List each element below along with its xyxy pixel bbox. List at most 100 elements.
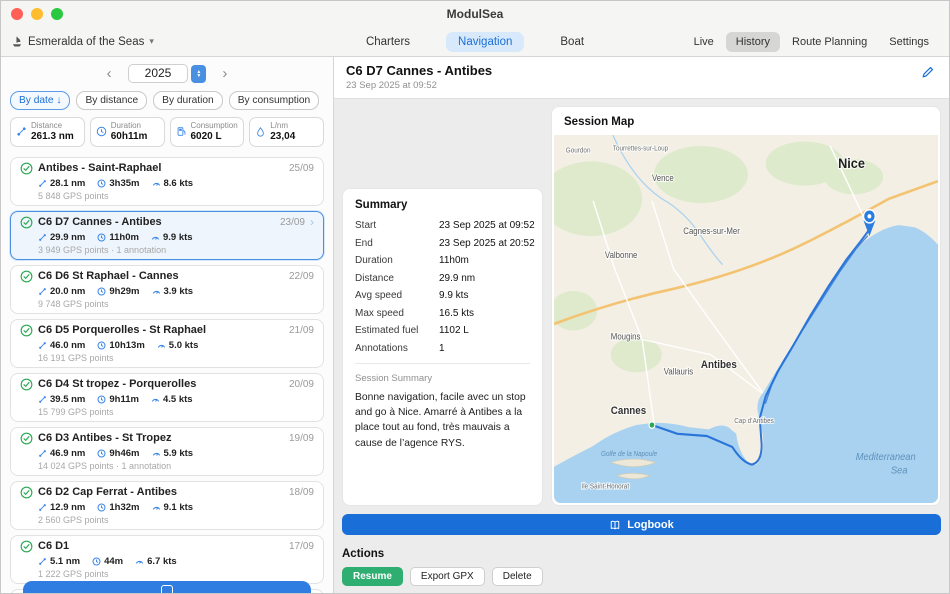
check-circle-icon <box>20 540 33 553</box>
session-title: C6 D4 St tropez - Porquerolles <box>38 378 197 391</box>
session-card[interactable]: C6 D1 17/09 › 5.1 nm 44m <box>10 534 324 584</box>
next-year-button[interactable]: › <box>218 66 231 81</box>
check-circle-icon <box>20 378 33 391</box>
sort-filter-chip[interactable]: By consumption <box>228 91 320 110</box>
close-window-button[interactable] <box>11 8 23 20</box>
clock-icon <box>97 287 106 296</box>
check-circle-icon <box>20 432 33 445</box>
previous-year-button[interactable]: ‹ <box>103 66 116 81</box>
map-label: Ile Saint-Honorat <box>581 483 629 490</box>
map-label: Mediterranean <box>856 452 916 464</box>
session-distance: 46.0 nm <box>38 340 85 351</box>
map-label: Valbonne <box>605 250 638 261</box>
map-label: Cannes <box>611 406 647 418</box>
edit-session-button[interactable] <box>919 63 937 81</box>
session-speed: 6.7 kts <box>135 556 177 567</box>
sidebar-bottom-button[interactable] <box>23 581 311 593</box>
summary-heading: Summary <box>355 199 408 211</box>
clock-icon <box>96 127 106 137</box>
clock-icon <box>97 395 106 404</box>
session-card[interactable]: C6 D5 Porquerolles - St Raphael 21/09 › … <box>10 318 324 368</box>
clock-icon <box>97 503 106 512</box>
year-stepper[interactable]: ▲ ▼ <box>191 64 207 83</box>
traffic-lights <box>1 8 63 20</box>
main-tab[interactable]: Navigation <box>446 31 525 52</box>
map-label: Nice <box>838 155 865 171</box>
summary-row-value: 11h0m <box>439 255 469 266</box>
sort-filter-chip[interactable]: By distance <box>76 91 148 110</box>
session-meta: 15 799 GPS points <box>38 406 114 417</box>
check-circle-icon <box>20 486 33 499</box>
boat-selector[interactable]: Esmeralda of the Seas ▾ <box>11 36 154 48</box>
summary-row-value: 23 Sep 2025 at 20:52 <box>439 237 535 249</box>
pencil-icon <box>922 66 934 78</box>
summary-row-value: 16.5 kts <box>439 307 475 319</box>
mode-tab[interactable]: Live <box>684 32 724 52</box>
session-distance: 12.9 nm <box>38 502 85 513</box>
session-date: 17/09 <box>288 540 314 552</box>
main-tab[interactable]: Boat <box>548 32 596 52</box>
logbook-button-label: Logbook <box>627 518 674 531</box>
mode-tab[interactable]: Route Planning <box>782 32 877 52</box>
session-distance: 46.9 nm <box>38 448 85 459</box>
session-list: Antibes - Saint-Raphael 25/09 › 28.1 nm <box>1 155 333 593</box>
sort-filter-chip[interactable]: By duration <box>153 91 223 110</box>
route-icon <box>39 287 46 295</box>
session-distance: 29.9 nm <box>38 232 85 243</box>
summary-row-label: End <box>355 237 373 249</box>
session-map[interactable]: Gourdon Tourrettes-sur-Loup Vence Nice Cagne… <box>554 135 938 503</box>
session-meta: 5 848 GPS points <box>38 190 109 201</box>
sort-filters: By date ↓ By distance By duration By con… <box>1 87 333 117</box>
session-card[interactable]: C6 D6 St Raphael - Cannes 22/09 › 20.0 n… <box>10 264 324 314</box>
summary-column: Summary Start 23 Sep 2025 at 09:52 End 2… <box>342 106 543 506</box>
map-label: Golfe de la Napoule <box>601 450 657 457</box>
summary-row-label: Annotations <box>355 342 408 354</box>
session-duration: 44m <box>92 556 123 567</box>
session-card[interactable]: C6 D4 St tropez - Porquerolles 20/09 › 3… <box>10 372 324 422</box>
mode-tabs: Live History Route Planning Settings <box>684 31 939 52</box>
session-title: C6 D5 Porquerolles - St Raphael <box>38 324 207 337</box>
session-speed: 5.0 kts <box>157 340 198 351</box>
session-card[interactable]: C6 D7 Cannes - Antibes 23/09 › 29.9 nm 1… <box>10 210 324 260</box>
session-detail: C6 D7 Cannes - Antibes 23 Sep 2025 at 09… <box>334 57 949 593</box>
speed-gauge-icon <box>152 506 160 510</box>
summary-row-value: 23 Sep 2025 at 09:52 <box>439 220 535 231</box>
clock-icon <box>92 557 101 566</box>
action-button[interactable]: Export GPX <box>409 567 485 586</box>
minimize-window-button[interactable] <box>31 8 43 20</box>
summary-row-label: Avg speed <box>355 290 403 301</box>
session-date: 22/09 <box>288 270 314 282</box>
action-button[interactable]: Resume <box>342 567 403 586</box>
mode-tab[interactable]: History <box>725 31 781 52</box>
mode-tab[interactable]: Settings <box>879 32 939 52</box>
logbook-button[interactable]: Logbook <box>342 514 941 535</box>
map-label: Tourrettes-sur-Loup <box>613 145 669 152</box>
sort-filter-chip[interactable]: By date ↓ <box>10 91 71 110</box>
summary-row-label: Max speed <box>355 307 404 319</box>
summary-row-label: Estimated fuel <box>355 325 419 336</box>
session-meta: 9 748 GPS points <box>38 298 109 309</box>
session-card[interactable]: C6 D3 Antibes - St Tropez 19/09 › 46.9 n… <box>10 426 324 476</box>
sessions-sidebar: ‹ 2025 ▲ ▼ › By date ↓ By distance By dur… <box>1 57 334 593</box>
session-title: C6 D7 Cannes - Antibes <box>38 216 162 229</box>
summary-row-value: 1 <box>439 342 445 354</box>
action-button[interactable]: Delete <box>491 567 543 586</box>
summary-row-label: Start <box>355 220 377 231</box>
summary-row-value: 9.9 kts <box>439 290 469 301</box>
session-duration: 9h11m <box>97 394 139 405</box>
app-title: ModulSea <box>446 7 504 21</box>
session-map-heading: Session Map <box>564 116 635 128</box>
summary-row: Max speed 16.5 kts <box>355 308 530 319</box>
fuel-icon <box>177 127 185 137</box>
year-value[interactable]: 2025 <box>127 64 189 83</box>
route-icon <box>17 127 26 136</box>
total-consumption-chip: Consumption 6020 L <box>169 117 245 147</box>
clock-icon <box>97 233 106 242</box>
zoom-window-button[interactable] <box>51 8 63 20</box>
speed-gauge-icon <box>152 290 160 294</box>
session-title: C6 D3 Antibes - St Tropez <box>38 432 172 445</box>
session-card[interactable]: Antibes - Saint-Raphael 25/09 › 28.1 nm <box>10 156 324 206</box>
main-tab[interactable]: Charters <box>354 32 422 52</box>
route-icon <box>39 449 46 457</box>
session-card[interactable]: C6 D2 Cap Ferrat - Antibes 18/09 › 12.9 … <box>10 480 324 530</box>
